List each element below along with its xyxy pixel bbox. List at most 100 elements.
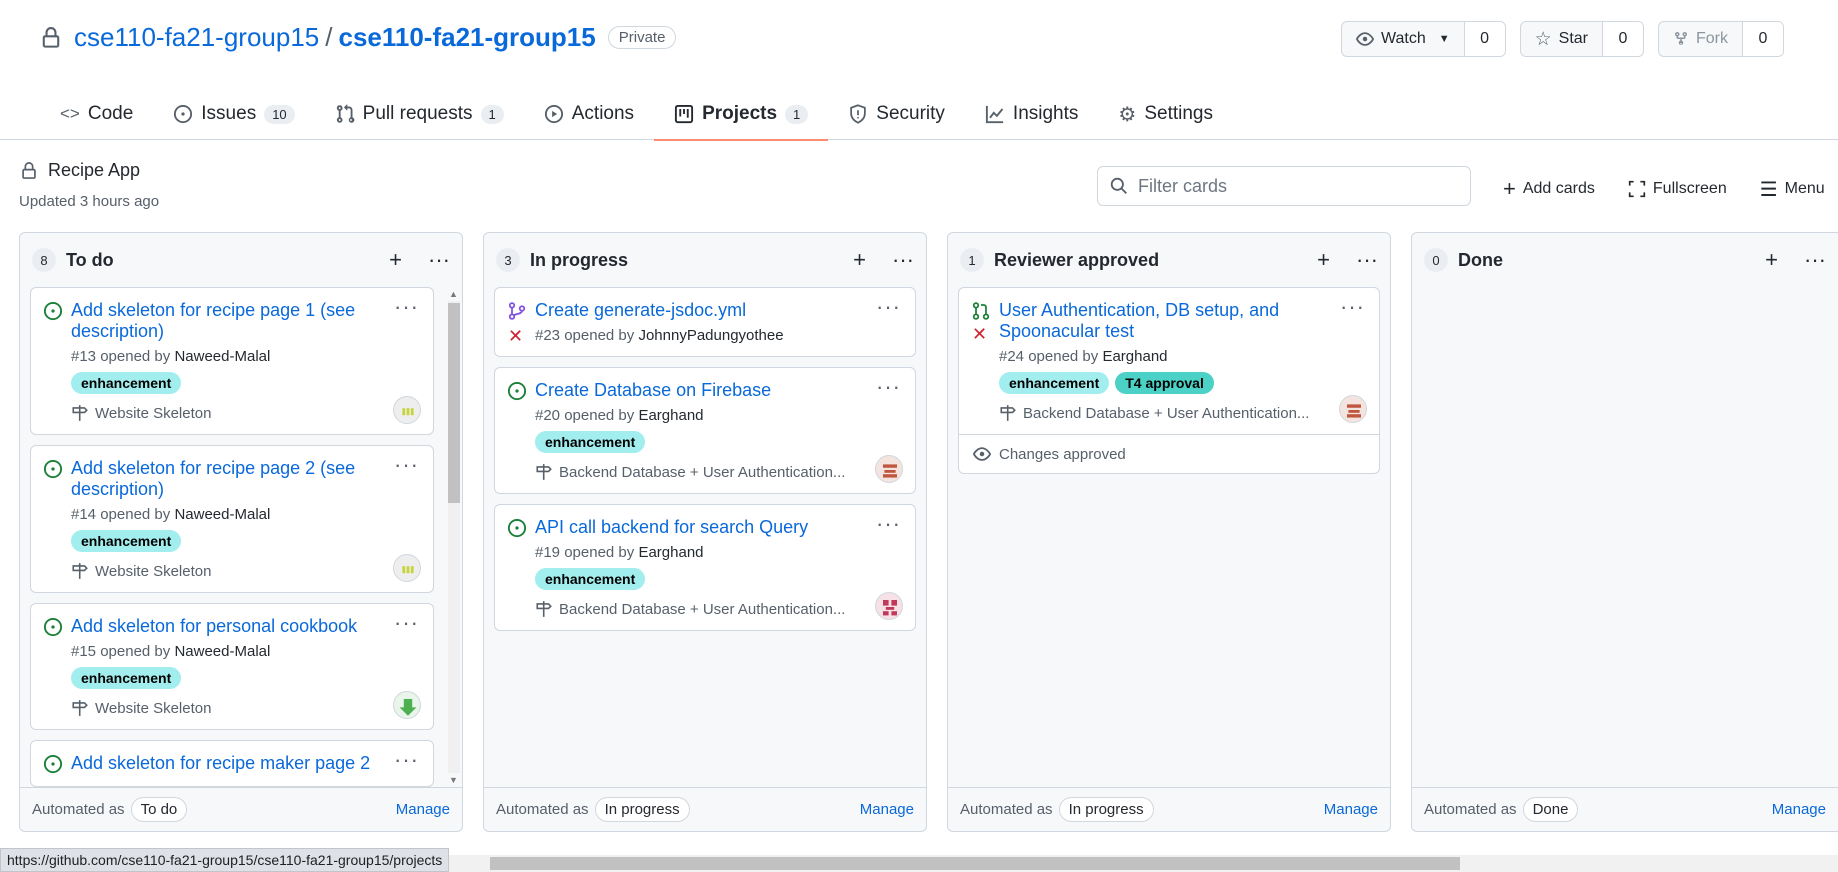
card-more-icon[interactable]: ··· — [876, 511, 901, 537]
card-milestone[interactable]: Backend Database + User Authentication..… — [535, 463, 903, 481]
card-more-icon[interactable]: ··· — [394, 294, 419, 320]
manage-link[interactable]: Manage — [1324, 801, 1378, 818]
label-enhancement[interactable]: enhancement — [999, 372, 1110, 394]
card-author[interactable]: Naweed-Malal — [174, 643, 270, 660]
tab-label: Projects — [702, 103, 778, 124]
add-cards-button[interactable]: + Add cards — [1503, 176, 1595, 202]
scroll-up-arrow-icon[interactable]: ▲ — [449, 289, 458, 299]
repo-separator: / — [325, 22, 333, 52]
manage-link[interactable]: Manage — [396, 801, 450, 818]
add-card-plus-icon[interactable]: + — [1765, 247, 1778, 273]
card-milestone[interactable]: Backend Database + User Authentication..… — [999, 404, 1367, 422]
add-card-plus-icon[interactable]: + — [853, 247, 866, 273]
label-enhancement[interactable]: enhancement — [71, 372, 182, 394]
card-title[interactable]: Add skeleton for recipe maker page 2 — [71, 753, 421, 774]
watch-button[interactable]: Watch ▼ — [1342, 22, 1465, 56]
card-more-icon[interactable]: ··· — [394, 610, 419, 636]
star-count[interactable]: 0 — [1603, 22, 1643, 56]
tab-issues[interactable]: Issues 10 — [153, 88, 314, 140]
label-enhancement[interactable]: enhancement — [535, 568, 646, 590]
label-t4-approval[interactable]: T4 approval — [1115, 372, 1214, 394]
issue-card[interactable]: ··· Add skeleton for personal cookbook #… — [30, 603, 434, 730]
milestone-icon — [536, 601, 552, 617]
card-milestone[interactable]: Backend Database + User Authentication..… — [535, 600, 903, 618]
lock-icon — [22, 161, 36, 179]
repo-owner-link[interactable]: cse110-fa21-group15 — [74, 22, 319, 53]
card-author[interactable]: Naweed-Malal — [174, 348, 270, 365]
issue-card[interactable]: ··· Add skeleton for recipe page 2 (see … — [30, 445, 434, 593]
card-title[interactable]: Create generate-jsdoc.yml — [535, 300, 903, 321]
scroll-down-arrow-icon[interactable]: ▼ — [449, 775, 458, 785]
card-more-icon[interactable]: ··· — [394, 452, 419, 478]
tab-pull-requests[interactable]: Pull requests 1 — [315, 88, 524, 140]
menu-button[interactable]: ☰ Menu — [1760, 176, 1825, 202]
card-milestone[interactable]: Website Skeleton — [71, 562, 421, 580]
avatar[interactable] — [393, 554, 421, 582]
fullscreen-button[interactable]: Fullscreen — [1628, 176, 1727, 202]
label-enhancement[interactable]: enhancement — [535, 431, 646, 453]
column-count: 0 — [1424, 248, 1448, 272]
fork-count[interactable]: 0 — [1743, 22, 1783, 56]
pull-request-open-icon — [972, 302, 990, 320]
pull-request-card[interactable]: ✕ ··· User Authentication, DB setup, and… — [958, 287, 1380, 474]
repo-name-link[interactable]: cse110-fa21-group15 — [338, 22, 595, 53]
horizontal-scrollbar-thumb[interactable] — [490, 857, 1460, 870]
column-name: Done — [1458, 249, 1503, 270]
card-title[interactable]: Add skeleton for personal cookbook — [71, 616, 421, 637]
card-title[interactable]: User Authentication, DB setup, and Spoon… — [999, 300, 1367, 342]
failed-check-icon[interactable]: ✕ — [972, 324, 987, 345]
tab-code[interactable]: <> Code — [40, 88, 153, 140]
vertical-scrollbar[interactable]: ▲ ▼ — [446, 287, 460, 787]
tab-actions[interactable]: Actions — [524, 88, 654, 140]
add-card-plus-icon[interactable]: + — [1317, 247, 1330, 273]
issue-card[interactable]: ··· API call backend for search Query #1… — [494, 504, 916, 631]
card-more-icon[interactable]: ··· — [394, 747, 419, 773]
issue-card[interactable]: ··· Add skeleton for recipe page 1 (see … — [30, 287, 434, 435]
avatar[interactable] — [875, 592, 903, 620]
column-more-icon[interactable]: ··· — [892, 247, 914, 273]
avatar[interactable] — [393, 691, 421, 719]
card-author[interactable]: Earghand — [638, 407, 703, 424]
card-author[interactable]: Earghand — [638, 544, 703, 561]
card-milestone[interactable]: Website Skeleton — [71, 404, 421, 422]
avatar[interactable] — [393, 396, 421, 424]
scrollbar-thumb[interactable] — [448, 303, 460, 503]
card-more-icon[interactable]: ··· — [876, 294, 901, 320]
tab-security[interactable]: Security — [828, 88, 965, 140]
card-title[interactable]: Add skeleton for recipe page 1 (see desc… — [71, 300, 421, 342]
card-more-icon[interactable]: ··· — [1340, 294, 1365, 320]
watch-count[interactable]: 0 — [1464, 22, 1505, 56]
avatar[interactable] — [1339, 395, 1367, 423]
tab-settings[interactable]: ⚙ Settings — [1098, 88, 1233, 140]
card-title[interactable]: Create Database on Firebase — [535, 380, 903, 401]
manage-link[interactable]: Manage — [860, 801, 914, 818]
column-more-icon[interactable]: ··· — [1804, 247, 1826, 273]
pull-request-card[interactable]: ··· Create generate-jsdoc.yml ✕ #23 open… — [494, 287, 916, 357]
star-label: Star — [1558, 30, 1588, 47]
card-milestone[interactable]: Website Skeleton — [71, 699, 421, 717]
add-card-plus-icon[interactable]: + — [389, 247, 402, 273]
fork-button[interactable]: Fork — [1659, 22, 1743, 56]
filter-cards-field — [1097, 166, 1471, 206]
card-author[interactable]: Naweed-Malal — [174, 506, 270, 523]
card-author[interactable]: Earghand — [1102, 348, 1167, 365]
issue-card[interactable]: ··· Create Database on Firebase #20 open… — [494, 367, 916, 494]
column-more-icon[interactable]: ··· — [428, 247, 450, 273]
filter-cards-input[interactable] — [1138, 175, 1438, 197]
card-title[interactable]: Add skeleton for recipe page 2 (see desc… — [71, 458, 421, 500]
manage-link[interactable]: Manage — [1772, 801, 1826, 818]
draft-pr-icon — [508, 302, 526, 320]
label-enhancement[interactable]: enhancement — [71, 667, 182, 689]
card-more-icon[interactable]: ··· — [876, 374, 901, 400]
failed-check-icon[interactable]: ✕ — [508, 326, 523, 347]
card-title[interactable]: API call backend for search Query — [535, 517, 903, 538]
card-author[interactable]: JohnnyPadungyothee — [638, 327, 783, 344]
avatar[interactable] — [875, 455, 903, 483]
issue-card[interactable]: ··· Add skeleton for recipe maker page 2 — [30, 740, 434, 787]
tab-insights[interactable]: Insights — [965, 88, 1098, 140]
star-button[interactable]: ☆ Star — [1521, 22, 1603, 56]
label-enhancement[interactable]: enhancement — [71, 530, 182, 552]
tab-projects[interactable]: Projects 1 — [654, 88, 829, 141]
play-icon — [544, 104, 563, 124]
column-more-icon[interactable]: ··· — [1356, 247, 1378, 273]
